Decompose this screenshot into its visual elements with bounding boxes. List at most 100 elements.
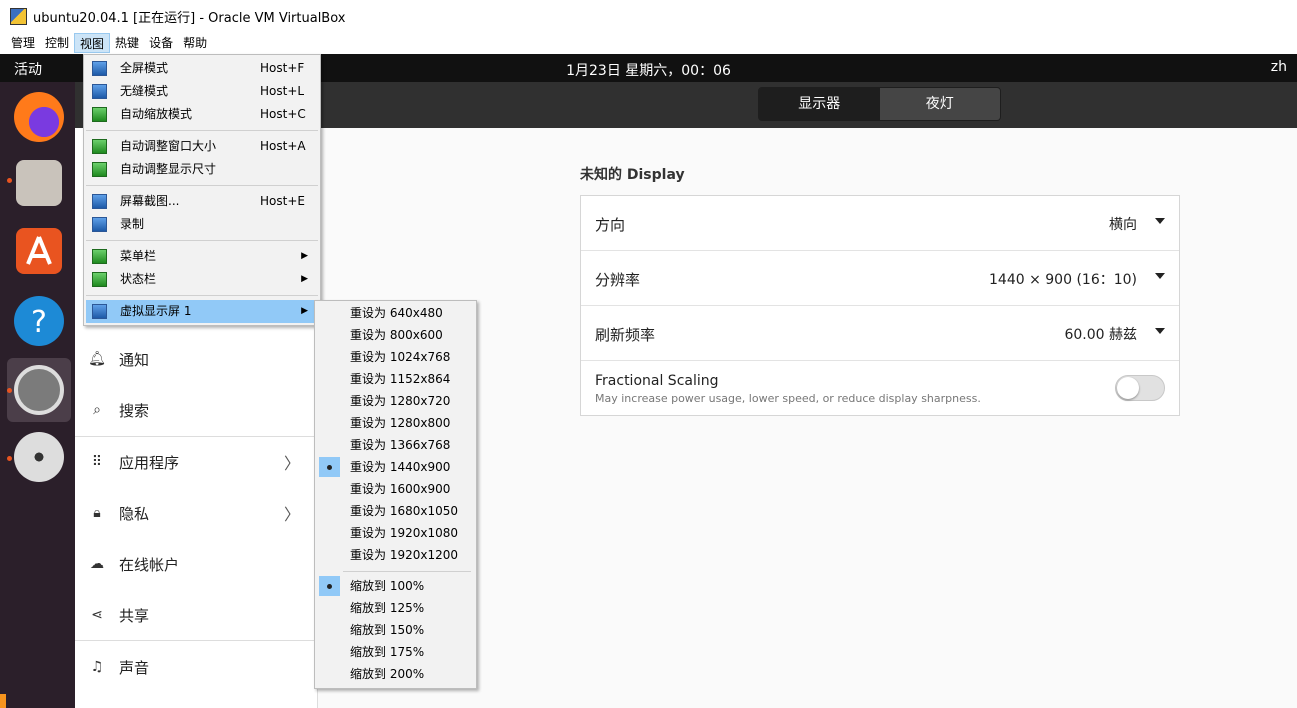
apps-grid-icon: ⠿ — [91, 454, 103, 470]
chevron-right-icon: 〉 — [283, 454, 300, 473]
resize-option[interactable]: 重设为 1366x768 — [317, 434, 474, 456]
sidebar-item-sound[interactable]: ♫ 声音 — [75, 642, 318, 692]
firefox-icon[interactable] — [14, 92, 64, 142]
menu-view[interactable]: 视图 — [74, 33, 111, 53]
scale-option[interactable]: 缩放到 150% — [317, 619, 474, 641]
menu-control[interactable]: 控制 — [40, 33, 74, 53]
menu-item-adjust-window[interactable]: 自动调整窗口大小 Host+A — [86, 135, 318, 158]
scale-option-selected[interactable]: 缩放到 100% — [317, 575, 474, 597]
sidebar-item-notifications[interactable]: 🔔︎ 通知 — [75, 334, 318, 384]
sidebar-divider — [75, 640, 318, 641]
scale-option[interactable]: 缩放到 175% — [317, 641, 474, 663]
menu-item-statusbar[interactable]: 状态栏 ▶ — [86, 268, 318, 291]
menu-item-label: 全屏模式 — [120, 61, 169, 75]
running-indicator — [7, 456, 12, 461]
menu-devices[interactable]: 设备 — [144, 33, 178, 53]
menu-separator — [86, 295, 318, 296]
resize-option[interactable]: 重设为 1920x1080 — [317, 522, 474, 544]
scaled-mode-icon — [92, 107, 107, 122]
menubar-icon — [92, 249, 107, 264]
dvd-icon[interactable] — [14, 432, 64, 482]
resize-option[interactable]: 重设为 640x480 — [317, 302, 474, 324]
sidebar-item-label: 隐私 — [119, 504, 150, 523]
resize-option-selected[interactable]: 重设为 1440x900 — [317, 456, 474, 478]
resize-option-label: 重设为 1600x900 — [350, 482, 451, 496]
input-language[interactable]: zh — [1271, 59, 1287, 75]
menu-item-seamless[interactable]: 无缝模式 Host+L — [86, 80, 318, 103]
sidebar-item-label: 在线帐户 — [119, 555, 180, 574]
dropdown-arrow-icon — [1155, 328, 1165, 334]
display-tabs: 显示器 夜灯 — [758, 87, 1001, 121]
scale-option-label: 缩放到 200% — [350, 667, 425, 681]
resize-option[interactable]: 重设为 1280x720 — [317, 390, 474, 412]
sidebar-item-label: 共享 — [119, 606, 150, 625]
resize-option-label: 重设为 1024x768 — [350, 350, 451, 364]
menu-item-menubar[interactable]: 菜单栏 ▶ — [86, 245, 318, 268]
window-titlebar: ubuntu20.04.1 [正在运行] - Oracle VM Virtual… — [0, 0, 1297, 32]
resize-option-label: 重设为 640x480 — [350, 306, 443, 320]
resize-option-label: 重设为 1280x800 — [350, 416, 451, 430]
host-edge — [0, 694, 6, 708]
resize-option[interactable]: 重设为 800x600 — [317, 324, 474, 346]
menu-item-recording[interactable]: 录制 — [86, 213, 318, 236]
resize-option[interactable]: 重设为 1680x1050 — [317, 500, 474, 522]
software-icon[interactable] — [16, 228, 62, 274]
camera-icon — [92, 194, 107, 209]
menu-item-virtual-screen-1[interactable]: 虚拟显示屏 1 ▶ — [86, 300, 318, 323]
orientation-label: 方向 — [595, 216, 626, 234]
menu-hotkeys[interactable]: 热键 — [110, 33, 144, 53]
orientation-row[interactable]: 方向 横向 — [581, 196, 1179, 251]
menu-item-scaled[interactable]: 自动缩放模式 Host+C — [86, 103, 318, 126]
menu-manage[interactable]: 管理 — [6, 33, 40, 53]
seamless-icon — [92, 84, 107, 99]
resize-option[interactable]: 重设为 1920x1200 — [317, 544, 474, 566]
toggle-knob — [1117, 377, 1139, 399]
sidebar-item-label: 声音 — [119, 658, 150, 677]
sidebar-item-search[interactable]: ⌕ 搜索 — [75, 385, 318, 435]
fullscreen-icon — [92, 61, 107, 76]
virtualbox-icon — [10, 7, 27, 25]
resolution-label: 分辨率 — [595, 271, 641, 289]
menu-separator — [343, 571, 471, 572]
submenu-arrow-icon: ▶ — [301, 274, 308, 284]
scale-option-label: 缩放到 175% — [350, 645, 425, 659]
virtual-screen-icon — [92, 304, 107, 319]
settings-icon[interactable] — [14, 365, 64, 415]
submenu-arrow-icon: ▶ — [301, 251, 308, 261]
help-icon[interactable]: ? — [14, 296, 64, 346]
menu-item-screenshot[interactable]: 屏幕截图... Host+E — [86, 190, 318, 213]
resize-option-label: 重设为 1280x720 — [350, 394, 451, 408]
sidebar-item-label: 搜索 — [119, 401, 150, 420]
sidebar-item-applications[interactable]: ⠿ 应用程序 〉 — [75, 437, 318, 487]
sidebar-item-sharing[interactable]: ⋖ 共享 — [75, 590, 318, 640]
menu-item-label: 自动调整显示尺寸 — [120, 162, 217, 176]
tab-display[interactable]: 显示器 — [759, 88, 880, 120]
sidebar-item-privacy[interactable]: 🔒︎ 隐私 〉 — [75, 488, 318, 538]
fractional-scaling-toggle[interactable] — [1115, 375, 1165, 401]
fractional-scaling-row: Fractional Scaling May increase power us… — [581, 361, 1179, 416]
menu-item-fullscreen[interactable]: 全屏模式 Host+F — [86, 57, 318, 80]
menu-separator — [86, 240, 318, 241]
resize-option[interactable]: 重设为 1280x800 — [317, 412, 474, 434]
refresh-rate-row[interactable]: 刷新频率 60.00 赫兹 — [581, 306, 1179, 361]
menu-item-auto-resize-guest[interactable]: 自动调整显示尺寸 — [86, 158, 318, 181]
files-icon[interactable] — [16, 160, 62, 206]
resize-option-label: 重设为 800x600 — [350, 328, 443, 342]
menu-item-shortcut: Host+L — [260, 84, 305, 98]
resize-option[interactable]: 重设为 1600x900 — [317, 478, 474, 500]
adjust-window-icon — [92, 139, 107, 154]
scale-option[interactable]: 缩放到 200% — [317, 663, 474, 685]
menu-help[interactable]: 帮助 — [178, 33, 212, 53]
menu-item-label: 屏幕截图... — [120, 194, 180, 208]
view-menu-dropdown: 全屏模式 Host+F 无缝模式 Host+L 自动缩放模式 Host+C 自动… — [83, 54, 321, 326]
menu-item-label: 录制 — [120, 217, 145, 231]
scale-option-label: 缩放到 125% — [350, 601, 425, 615]
resize-option[interactable]: 重设为 1152x864 — [317, 368, 474, 390]
submenu-arrow-icon: ▶ — [301, 306, 308, 316]
sidebar-item-online-accounts[interactable]: ☁︎ 在线帐户 — [75, 539, 318, 589]
dropdown-arrow-icon — [1155, 273, 1165, 279]
scale-option[interactable]: 缩放到 125% — [317, 597, 474, 619]
resolution-row[interactable]: 分辨率 1440 × 900 (16：10) — [581, 251, 1179, 306]
tab-night-light[interactable]: 夜灯 — [879, 88, 1000, 120]
resize-option[interactable]: 重设为 1024x768 — [317, 346, 474, 368]
